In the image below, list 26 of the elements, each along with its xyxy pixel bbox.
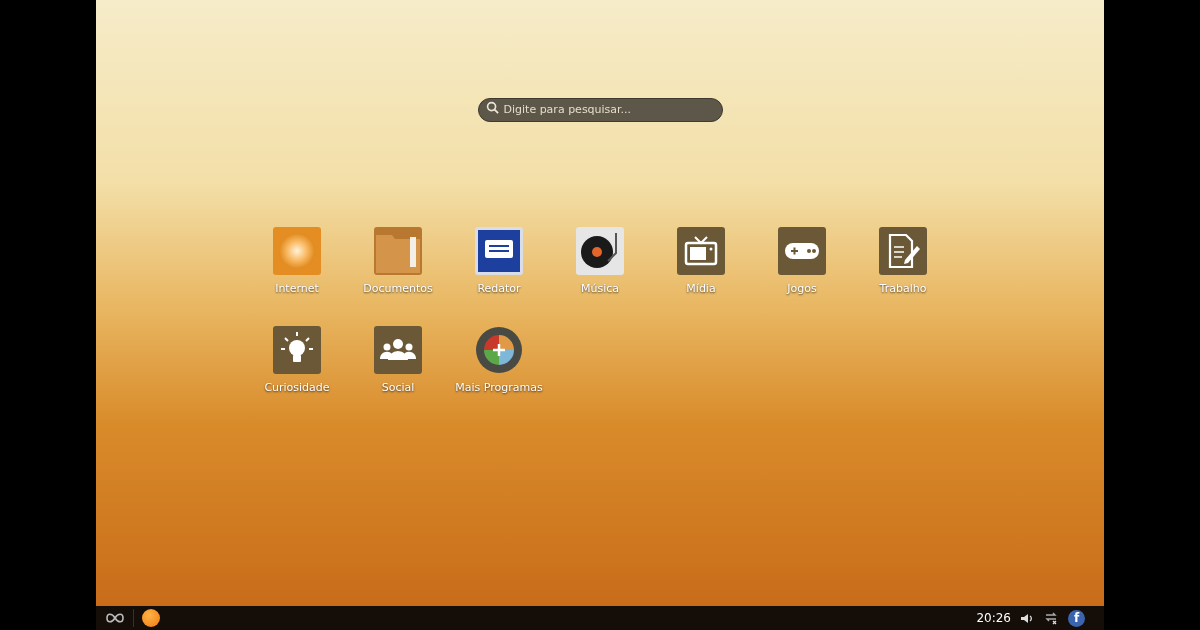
search-field[interactable]: Digite para pesquisar... <box>477 97 723 122</box>
app-label[interactable]: Social <box>381 379 415 396</box>
turntable-icon <box>576 227 624 275</box>
gamepad-icon <box>778 227 826 275</box>
add-apps-icon <box>475 325 523 374</box>
app-label[interactable]: Redator <box>477 281 521 298</box>
app-label[interactable]: Curiosidade <box>264 379 330 396</box>
people-icon <box>374 325 422 374</box>
app-label[interactable]: Mais Programas <box>455 379 543 396</box>
facebook-icon[interactable]: f <box>1068 609 1085 627</box>
tv-icon <box>677 227 725 275</box>
network-disconnected-icon[interactable] <box>1044 611 1058 625</box>
volume-icon[interactable] <box>1020 612 1033 624</box>
app-label[interactable]: Trabalho <box>879 281 927 298</box>
sun-icon <box>273 227 321 275</box>
infinity-icon[interactable] <box>105 613 125 623</box>
app-label[interactable]: Internet <box>275 281 319 298</box>
app-label[interactable]: Documentos <box>363 281 433 298</box>
folder-icon <box>374 227 422 275</box>
app-label[interactable]: Mídia <box>686 281 716 298</box>
app-label[interactable]: Música <box>580 281 619 298</box>
document-icon <box>475 227 523 275</box>
app-label[interactable]: Jogos <box>787 281 817 298</box>
clock[interactable]: 20:26 <box>976 609 1011 627</box>
lightbulb-icon <box>273 325 321 374</box>
document-pencil-icon <box>879 227 927 275</box>
